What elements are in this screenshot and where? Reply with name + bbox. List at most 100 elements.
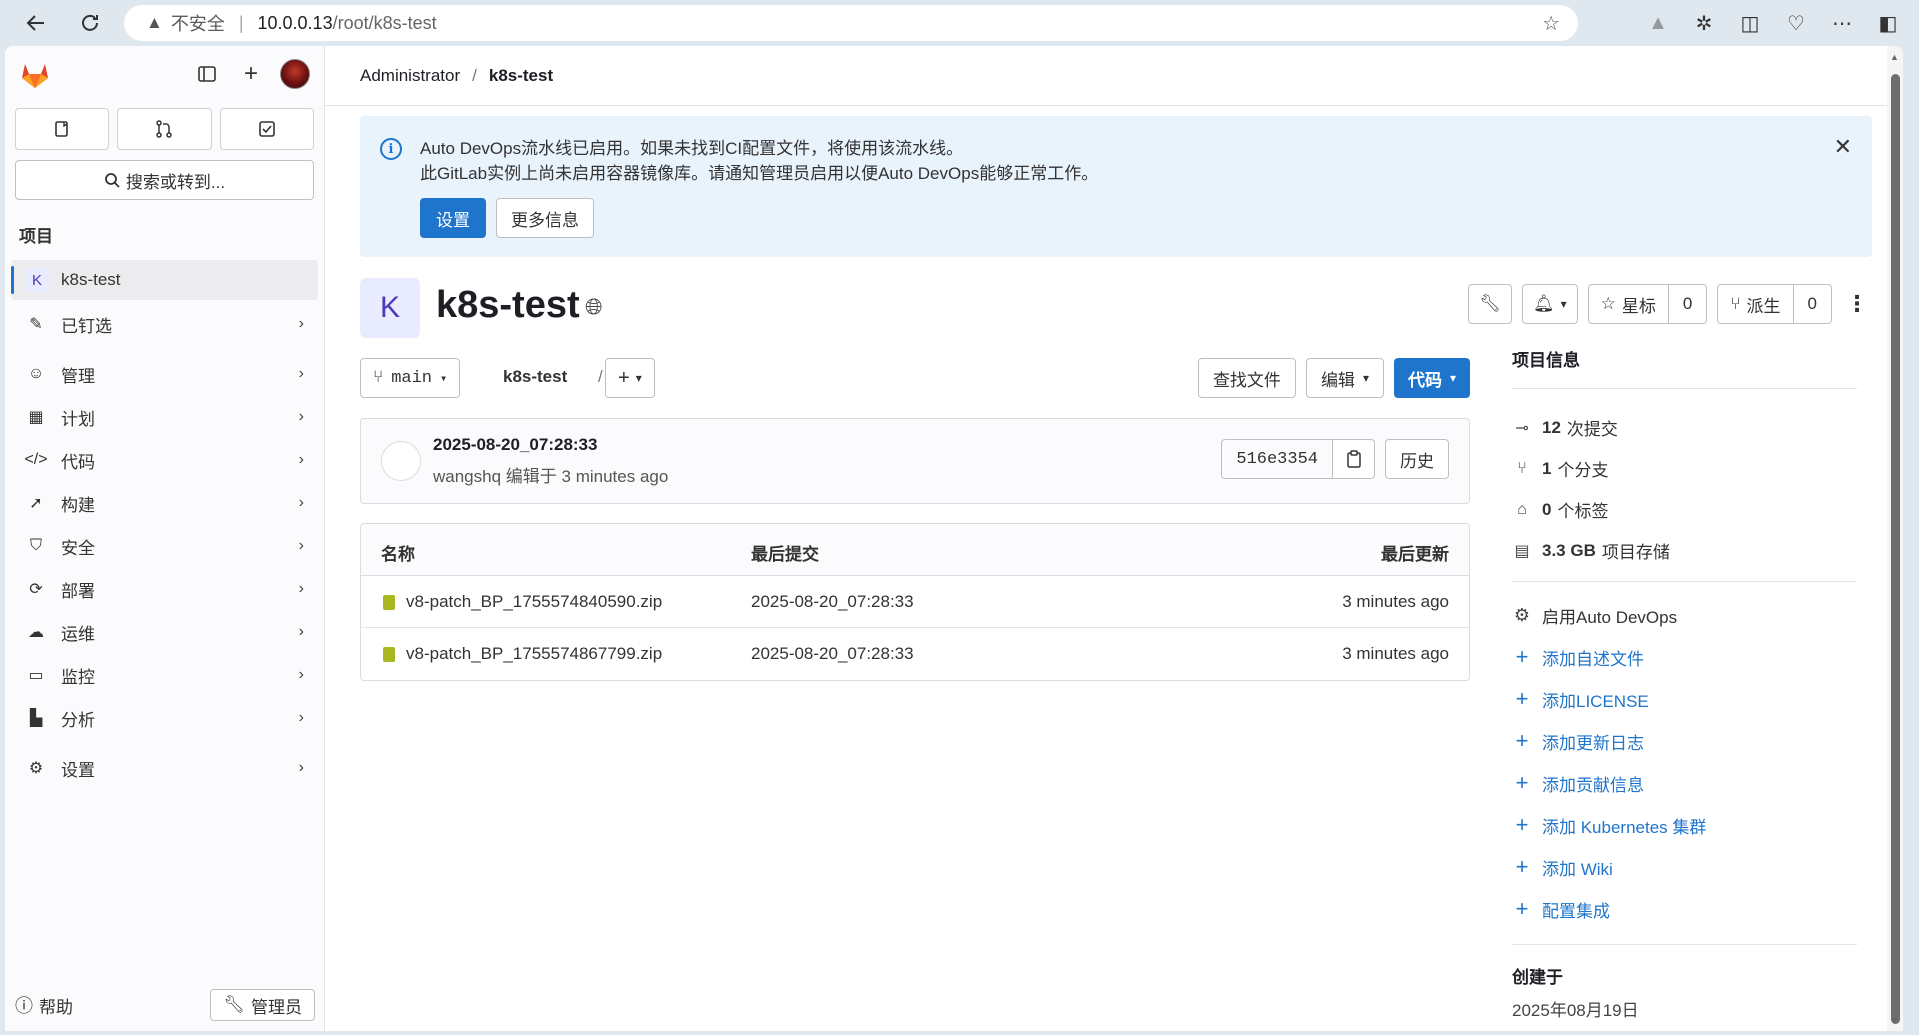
breadcrumb-current[interactable]: k8s-test <box>489 66 553 86</box>
todos-counter-button[interactable] <box>219 108 314 150</box>
edit-label: 编辑 <box>1320 370 1355 390</box>
divider <box>1512 388 1857 389</box>
admin-wrench-button[interactable]: 🔧︎ <box>1468 284 1512 324</box>
settings-button[interactable]: 设置 <box>420 198 486 238</box>
notification-button[interactable]: 🔔︎ ▾ <box>1521 284 1578 324</box>
sidebar-item-operate[interactable]: ☁ 运维 › <box>11 612 318 652</box>
chevron-right-icon: › <box>298 580 304 597</box>
scrollbar-thumb[interactable] <box>1891 74 1900 1024</box>
sidebar-item-project[interactable]: K k8s-test <box>11 260 318 300</box>
breadcrumb: Administrator / k8s-test <box>325 46 1902 106</box>
star-button-group: ☆ 星标 0 <box>1587 284 1708 324</box>
more-actions-icon[interactable]: ⋮ <box>1842 284 1872 324</box>
branch-switcher[interactable]: ⑂ main ▾ <box>360 358 461 398</box>
edit-dropdown-button[interactable]: 编辑 ▾ <box>1305 358 1384 398</box>
commit-time: 编辑于 3 minutes ago <box>505 467 669 486</box>
fork-label: 派生 <box>1746 296 1781 316</box>
add-license-link[interactable]: + 添加LICENSE <box>1512 678 1857 720</box>
more-info-button[interactable]: 更多信息 <box>496 198 594 238</box>
sidebar-item-build[interactable]: ➚ 构建 › <box>11 483 318 523</box>
add-contributing-link[interactable]: + 添加贡献信息 <box>1512 762 1857 804</box>
plus-icon: + <box>1515 770 1529 795</box>
chevron-right-icon: › <box>298 451 304 468</box>
sidebar-toggle-icon[interactable] <box>192 59 222 89</box>
tags-stat[interactable]: ⌂ 0 个标签 <box>1512 489 1857 530</box>
file-last-commit-link[interactable]: 2025-08-20_07:28:33 <box>751 644 914 664</box>
enable-auto-devops-link[interactable]: ⚙ 启用Auto DevOps <box>1512 594 1857 636</box>
close-icon[interactable]: ✕ <box>1834 134 1852 160</box>
history-button[interactable]: 历史 <box>1385 439 1449 479</box>
add-readme-link[interactable]: + 添加自述文件 <box>1512 636 1857 678</box>
calendar-icon: ▦ <box>28 409 44 426</box>
code-dropdown-button[interactable]: 代码 ▾ <box>1393 358 1470 398</box>
configure-integrations-link[interactable]: + 配置集成 <box>1512 888 1857 930</box>
add-to-tree-button[interactable]: + ▾ <box>605 358 655 398</box>
sidebar-header: + <box>5 46 324 104</box>
favorite-star-icon[interactable]: ☆ <box>1542 11 1560 36</box>
admin-area-button[interactable]: 🔧︎ 管理员 <box>210 989 315 1021</box>
add-wiki-link[interactable]: + 添加 Wiki <box>1512 846 1857 888</box>
find-file-button[interactable]: 查找文件 <box>1197 358 1296 398</box>
fork-count[interactable]: 0 <box>1793 284 1832 324</box>
commit-sha[interactable]: 516e3354 <box>1221 439 1333 479</box>
star-count[interactable]: 0 <box>1668 284 1708 324</box>
commit-author-avatar[interactable] <box>381 441 421 481</box>
add-changelog-link[interactable]: + 添加更新日志 <box>1512 720 1857 762</box>
back-icon[interactable] <box>14 1 58 45</box>
bell-icon: 🔔︎ <box>1532 294 1555 313</box>
commits-stat[interactable]: ⊸ 12 次提交 <box>1512 407 1857 448</box>
alert-text: Auto DevOps流水线已启用。如果未找到CI配置文件，将使用该流水线。 此… <box>420 136 1098 186</box>
admin-label: 管理员 <box>251 997 302 1017</box>
search-button[interactable]: 搜索或转到... <box>15 160 314 200</box>
extensions-icon[interactable]: ✲ <box>1681 0 1727 46</box>
url-path: /root/k8s-test <box>332 12 437 33</box>
file-last-update: 3 minutes ago <box>1342 592 1449 611</box>
extension-triangle-icon[interactable]: ▲ <box>1635 0 1681 46</box>
sidebar-item-plan[interactable]: ▦ 计划 › <box>11 397 318 437</box>
scroll-up-icon[interactable]: ▲ <box>1890 52 1899 62</box>
insecure-label: 不安全 <box>170 14 225 34</box>
sidebar-item-manage[interactable]: ☺ 管理 › <box>11 354 318 394</box>
more-icon[interactable]: ⋯ <box>1819 0 1865 46</box>
storage-stat[interactable]: ▤ 3.3 GB 项目存储 <box>1512 530 1857 571</box>
branches-stat[interactable]: ⑂ 1 个分支 <box>1512 448 1857 489</box>
breadcrumb-parent-link[interactable]: Administrator <box>360 66 460 86</box>
copy-icon[interactable] <box>1333 439 1375 479</box>
avatar[interactable] <box>280 59 310 89</box>
sidebar-item-deploy[interactable]: ⟳ 部署 › <box>11 569 318 609</box>
fork-button[interactable]: ⑂ 派生 <box>1717 284 1794 324</box>
sidebar-item-settings[interactable]: ⚙ 设置 › <box>11 748 318 788</box>
star-button[interactable]: ☆ 星标 <box>1587 284 1669 324</box>
commit-author[interactable]: wangshq <box>433 467 501 486</box>
file-name-link[interactable]: v8-patch_BP_1755574867799.zip <box>406 644 662 664</box>
favorites-icon[interactable]: ♡ <box>1773 0 1819 46</box>
reload-icon[interactable] <box>68 1 112 45</box>
help-button[interactable]: ⓘ 帮助 <box>15 992 73 1018</box>
sidebar-item-analyze[interactable]: ▙ 分析 › <box>11 698 318 738</box>
commit-title[interactable]: 2025-08-20_07:28:33 <box>433 435 597 455</box>
table-row[interactable]: v8-patch_BP_1755574840590.zip 2025-08-20… <box>361 576 1469 628</box>
main-content: Administrator / k8s-test i Auto DevOps流水… <box>325 46 1903 1031</box>
issues-counter-button[interactable] <box>15 108 110 150</box>
sidebar-item-monitor[interactable]: ▭ 监控 › <box>11 655 318 695</box>
scroll-down-icon[interactable]: ▼ <box>1890 1015 1899 1025</box>
file-last-commit-link[interactable]: 2025-08-20_07:28:33 <box>751 592 914 612</box>
sidebar-item-label: 部署 <box>61 581 95 601</box>
file-name-link[interactable]: v8-patch_BP_1755574840590.zip <box>406 592 662 612</box>
branch-icon: ⑂ <box>373 368 384 388</box>
address-bar[interactable]: ▲ 不安全 | 10.0.0.13/root/k8s-test ☆ <box>124 5 1578 41</box>
split-view-icon[interactable]: ◫ <box>1727 0 1773 46</box>
gitlab-logo-icon[interactable] <box>19 59 51 91</box>
sidebar-item-code[interactable]: </> 代码 › <box>11 440 318 480</box>
table-row[interactable]: v8-patch_BP_1755574867799.zip 2025-08-20… <box>361 628 1469 680</box>
copilot-icon[interactable]: ◧ <box>1865 0 1911 46</box>
merge-requests-counter-button[interactable] <box>117 108 212 150</box>
commit-icon: ⊸ <box>1515 419 1529 437</box>
page-scrollbar[interactable]: ▲ ▼ <box>1887 46 1903 1031</box>
sidebar-item-security[interactable]: ⛉ 安全 › <box>11 526 318 566</box>
repo-path-link[interactable]: k8s-test <box>503 367 567 387</box>
sidebar-item-pinned[interactable]: ✎ 已钉选 › <box>11 304 318 344</box>
plus-icon[interactable]: + <box>236 59 266 89</box>
add-kubernetes-link[interactable]: + 添加 Kubernetes 集群 <box>1512 804 1857 846</box>
url-host: 10.0.0.13 <box>257 12 333 33</box>
